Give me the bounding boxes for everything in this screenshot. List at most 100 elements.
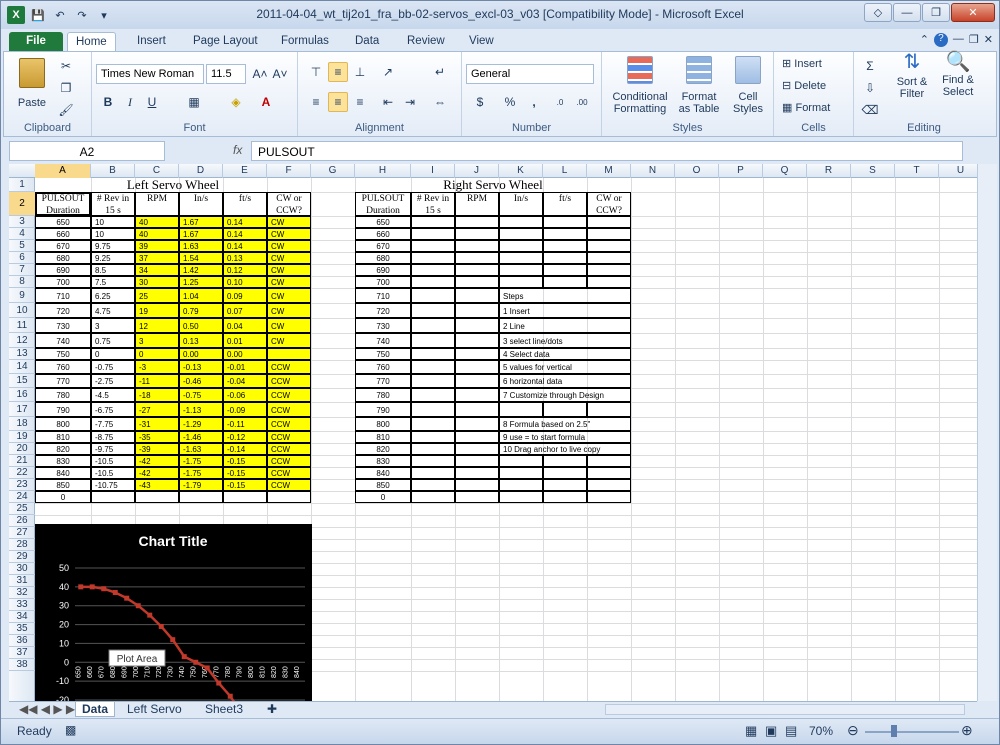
right-empty-cell[interactable] bbox=[543, 216, 587, 228]
row-header[interactable]: 35 bbox=[9, 623, 35, 635]
left-data-cell[interactable]: 730 bbox=[35, 318, 91, 333]
format-painter-icon[interactable]: 🖌 bbox=[56, 100, 76, 120]
restore-icon[interactable]: ❐ bbox=[922, 3, 950, 22]
right-pulsout-cell[interactable]: 840 bbox=[355, 467, 411, 479]
page-layout-view-icon[interactable]: ▣ bbox=[765, 723, 777, 739]
left-data-cell[interactable]: 0.13 bbox=[179, 333, 223, 348]
right-empty-cell[interactable] bbox=[411, 431, 455, 443]
step-text-cell[interactable]: 2 Line bbox=[499, 318, 631, 333]
left-data-cell[interactable]: -3 bbox=[135, 360, 179, 374]
right-empty-cell[interactable] bbox=[455, 431, 499, 443]
right-empty-cell[interactable] bbox=[543, 491, 587, 503]
column-header-P[interactable]: P bbox=[719, 164, 763, 178]
formula-input[interactable]: PULSOUT bbox=[251, 141, 963, 161]
bold-icon[interactable]: B bbox=[98, 92, 118, 112]
left-data-cell[interactable]: CW bbox=[267, 216, 311, 228]
row-header[interactable]: 25 bbox=[9, 503, 35, 515]
shrink-font-icon[interactable]: A˅ bbox=[270, 64, 290, 84]
row-header[interactable]: 10 bbox=[9, 303, 35, 318]
borders-icon[interactable]: ▦ bbox=[184, 92, 204, 112]
row-header[interactable]: 22 bbox=[9, 467, 35, 479]
decrease-decimal-icon[interactable]: .00 bbox=[572, 92, 592, 112]
left-data-cell[interactable]: CW bbox=[267, 318, 311, 333]
row-header[interactable]: 28 bbox=[9, 539, 35, 551]
right-pulsout-cell[interactable]: 730 bbox=[355, 318, 411, 333]
row-header[interactable]: 19 bbox=[9, 431, 35, 443]
left-data-cell[interactable]: CW bbox=[267, 303, 311, 318]
row-header[interactable]: 32 bbox=[9, 587, 35, 599]
insert-cells-button[interactable]: ⊞ Insert bbox=[782, 58, 822, 70]
right-pulsout-cell[interactable]: 810 bbox=[355, 431, 411, 443]
row-header[interactable]: 34 bbox=[9, 611, 35, 623]
left-data-cell[interactable]: 800 bbox=[35, 417, 91, 431]
left-data-cell[interactable]: -1.13 bbox=[179, 402, 223, 417]
row-header[interactable]: 1 bbox=[9, 178, 35, 192]
left-data-cell[interactable]: 770 bbox=[35, 374, 91, 388]
right-empty-cell[interactable] bbox=[455, 303, 499, 318]
left-data-cell[interactable]: -1.46 bbox=[179, 431, 223, 443]
row-header[interactable]: 5 bbox=[9, 240, 35, 252]
right-pulsout-cell[interactable]: 700 bbox=[355, 276, 411, 288]
column-header-K[interactable]: K bbox=[499, 164, 543, 178]
left-data-cell[interactable]: -42 bbox=[135, 455, 179, 467]
left-data-cell[interactable]: 0.14 bbox=[223, 240, 267, 252]
font-size-box[interactable]: 11.5 bbox=[206, 64, 246, 84]
right-empty-cell[interactable] bbox=[499, 402, 543, 417]
left-data-cell[interactable]: 1.67 bbox=[179, 216, 223, 228]
right-empty-cell[interactable] bbox=[455, 333, 499, 348]
column-header-L[interactable]: L bbox=[543, 164, 587, 178]
right-empty-cell[interactable] bbox=[411, 479, 455, 491]
left-data-cell[interactable]: 9.75 bbox=[91, 240, 135, 252]
left-data-cell[interactable]: CCW bbox=[267, 388, 311, 402]
tab-review[interactable]: Review bbox=[399, 32, 453, 51]
left-data-cell[interactable]: -43 bbox=[135, 479, 179, 491]
increase-indent-icon[interactable]: ⇥ bbox=[400, 92, 420, 112]
right-empty-cell[interactable] bbox=[411, 360, 455, 374]
left-data-cell[interactable]: -0.15 bbox=[223, 455, 267, 467]
left-header-cell[interactable]: CW or CCW? bbox=[267, 192, 311, 216]
row-header[interactable]: 29 bbox=[9, 551, 35, 563]
right-empty-cell[interactable] bbox=[455, 491, 499, 503]
left-data-cell[interactable]: CW bbox=[267, 288, 311, 303]
left-data-cell[interactable]: 0.50 bbox=[179, 318, 223, 333]
left-data-cell[interactable]: -31 bbox=[135, 417, 179, 431]
step-text-cell[interactable]: 5 values for vertical bbox=[499, 360, 631, 374]
left-data-cell[interactable]: CCW bbox=[267, 360, 311, 374]
left-data-cell[interactable]: 0.12 bbox=[223, 264, 267, 276]
row-header[interactable]: 26 bbox=[9, 515, 35, 527]
left-data-cell[interactable]: 830 bbox=[35, 455, 91, 467]
right-empty-cell[interactable] bbox=[455, 276, 499, 288]
align-center-icon[interactable]: ≡ bbox=[328, 92, 348, 112]
left-data-cell[interactable]: -0.75 bbox=[91, 360, 135, 374]
tab-view[interactable]: View bbox=[461, 32, 502, 51]
row-header[interactable]: 31 bbox=[9, 575, 35, 587]
column-header-F[interactable]: F bbox=[267, 164, 311, 178]
step-text-cell[interactable]: 8 Formula based on 2.5" bbox=[499, 417, 631, 431]
right-empty-cell[interactable] bbox=[455, 402, 499, 417]
row-header[interactable]: 36 bbox=[9, 635, 35, 647]
column-header-D[interactable]: D bbox=[179, 164, 223, 178]
align-right-icon[interactable]: ≡ bbox=[350, 92, 370, 112]
right-empty-cell[interactable] bbox=[411, 333, 455, 348]
right-empty-cell[interactable] bbox=[543, 240, 587, 252]
left-data-cell[interactable]: -0.09 bbox=[223, 402, 267, 417]
right-empty-cell[interactable] bbox=[587, 252, 631, 264]
row-header[interactable]: 3 bbox=[9, 216, 35, 228]
right-pulsout-cell[interactable]: 830 bbox=[355, 455, 411, 467]
left-data-cell[interactable]: -6.75 bbox=[91, 402, 135, 417]
row-header[interactable]: 30 bbox=[9, 563, 35, 575]
left-data-cell[interactable]: CW bbox=[267, 252, 311, 264]
right-empty-cell[interactable] bbox=[411, 491, 455, 503]
right-empty-cell[interactable] bbox=[455, 467, 499, 479]
right-empty-cell[interactable] bbox=[587, 455, 631, 467]
left-header-cell[interactable]: In/s bbox=[179, 192, 223, 216]
left-data-cell[interactable]: CCW bbox=[267, 417, 311, 431]
right-empty-cell[interactable] bbox=[499, 491, 543, 503]
left-data-cell[interactable]: 25 bbox=[135, 288, 179, 303]
insert-sheet-icon[interactable]: ✚ bbox=[261, 702, 283, 717]
left-data-cell[interactable]: CCW bbox=[267, 467, 311, 479]
tab-formulas[interactable]: Formulas bbox=[273, 32, 337, 51]
tab-file[interactable]: File bbox=[9, 32, 63, 51]
right-empty-cell[interactable] bbox=[587, 479, 631, 491]
left-data-cell[interactable]: 790 bbox=[35, 402, 91, 417]
